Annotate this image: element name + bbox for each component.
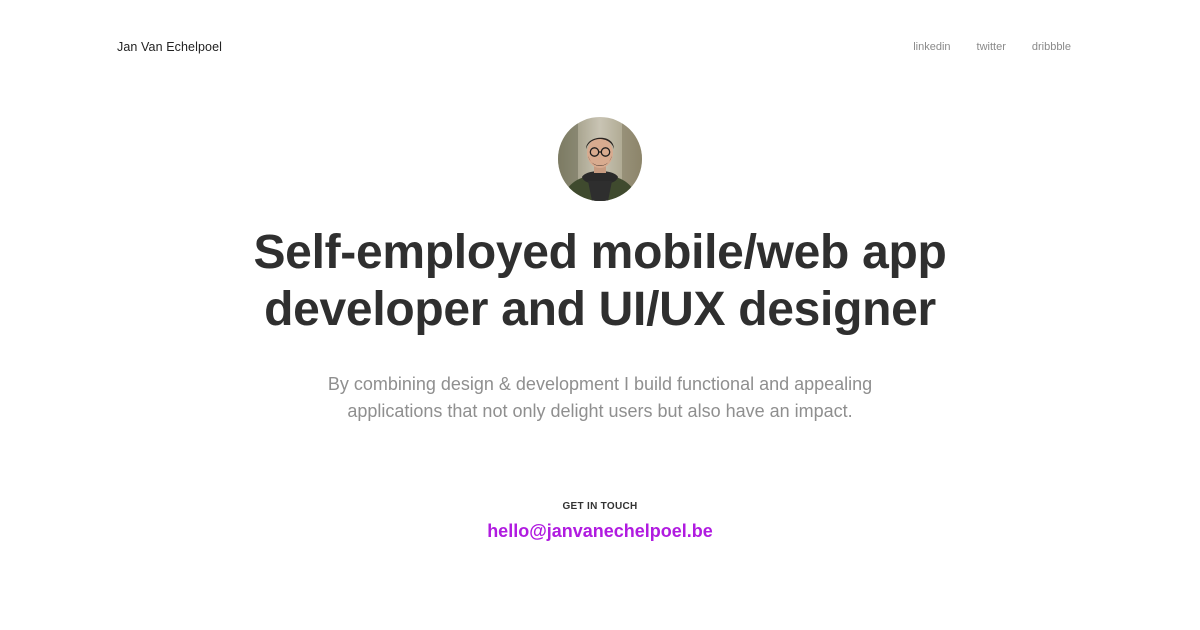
avatar	[558, 117, 642, 201]
headline-line: Self-employed mobile/web app	[253, 226, 947, 279]
linkedin-link[interactable]: linkedin	[913, 41, 950, 53]
site-header: Jan Van Echelpoel linkedin twitter dribb…	[117, 38, 1071, 56]
twitter-link[interactable]: twitter	[977, 41, 1006, 53]
social-nav: linkedin twitter dribbble	[913, 41, 1071, 53]
contact-label: GET IN TOUCH	[562, 501, 638, 512]
profile-photo-icon	[558, 117, 642, 201]
brand-link[interactable]: Jan Van Echelpoel	[117, 40, 222, 54]
email-link[interactable]: hello@janvanechelpoel.be	[487, 521, 713, 541]
intro-line: By combining design & development I buil…	[327, 374, 873, 394]
headline-line: developer and UI/UX designer	[264, 283, 936, 336]
contact-email-wrapper: hello@janvanechelpoel.be	[0, 521, 1200, 542]
page: Jan Van Echelpoel linkedin twitter dribb…	[0, 0, 1200, 630]
hero-intro: By combining design & development I buil…	[0, 371, 1200, 425]
dribbble-link[interactable]: dribbble	[1032, 41, 1071, 53]
hero-headline: Self-employed mobile/web app developer a…	[0, 224, 1200, 338]
intro-line: applications that not only delight users…	[347, 401, 853, 421]
